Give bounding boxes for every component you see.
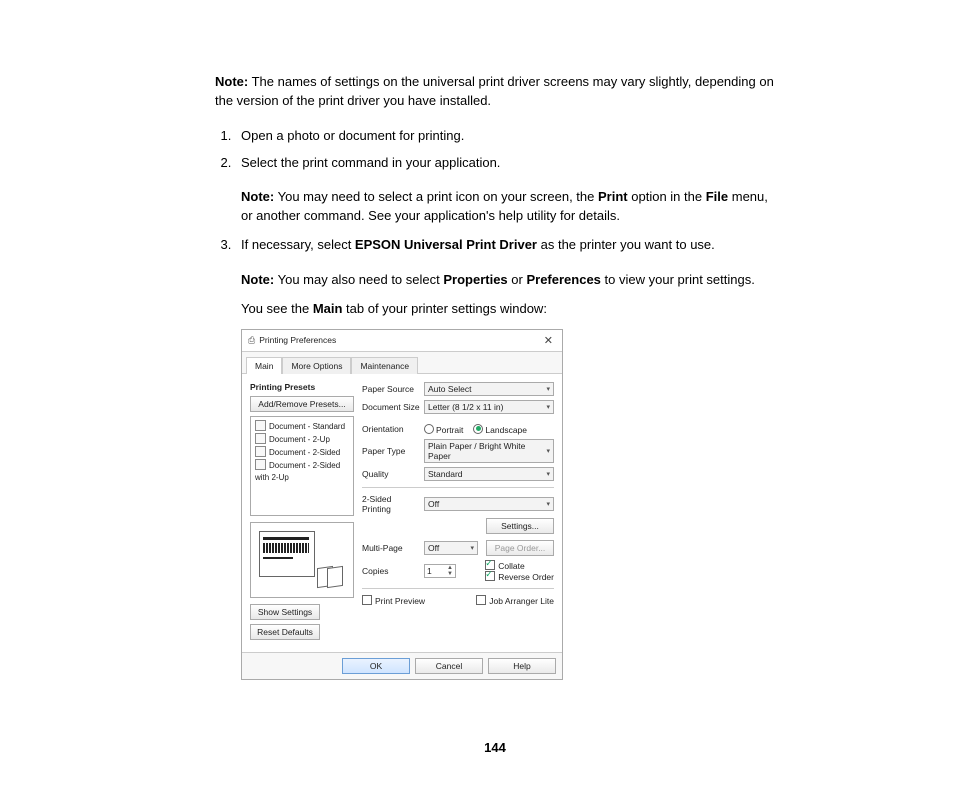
chevron-down-icon: ▾ [546,470,550,478]
step3-note: Note: You may also need to select Proper… [241,271,775,290]
reset-defaults-button[interactable]: Reset Defaults [250,624,320,640]
chevron-down-icon: ▾ [546,447,550,455]
tab-strip: Main More Options Maintenance [242,352,562,374]
presets-heading: Printing Presets [250,382,354,392]
steps-list: Open a photo or document for printing. S… [215,127,775,173]
page-order-button[interactable]: Page Order... [486,540,554,556]
step2-note: Note: You may need to select a print ico… [241,188,775,226]
dialog-title: Printing Preferences [259,335,336,345]
spinner-arrows-icon: ▲▼ [447,565,453,577]
paper-source-select[interactable]: Auto Select▾ [424,382,554,396]
show-settings-button[interactable]: Show Settings [250,604,320,620]
add-remove-presets-button[interactable]: Add/Remove Presets... [250,396,354,412]
copies-label: Copies [362,566,420,576]
preset-2sided[interactable]: Document - 2-Sided [255,446,349,459]
multipage-label: Multi-Page [362,543,420,553]
page-number: 144 [215,740,775,755]
radio-portrait[interactable]: Portrait [424,424,463,435]
step-2: Select the print command in your applica… [235,154,775,173]
quality-label: Quality [362,469,420,479]
printer-icon: ⎙ [248,335,255,346]
help-button[interactable]: Help [488,658,556,674]
reverse-order-checkbox[interactable]: Reverse Order [485,571,554,582]
two-sided-label: 2-Sided Printing [362,494,420,514]
tab-more-options[interactable]: More Options [282,357,351,374]
chevron-down-icon: ▾ [546,403,550,411]
dialog-footer: OK Cancel Help [242,652,562,679]
step-3: If necessary, select EPSON Universal Pri… [235,236,775,255]
copies-spinner[interactable]: 1 ▲▼ [424,564,456,578]
paper-type-select[interactable]: Plain Paper / Bright White Paper▾ [424,439,554,463]
steps-list-cont: If necessary, select EPSON Universal Pri… [215,236,775,255]
paper-type-label: Paper Type [362,446,420,456]
quality-select[interactable]: Standard▾ [424,467,554,481]
two-sided-settings-button[interactable]: Settings... [486,518,554,534]
print-preview-checkbox[interactable]: Print Preview [362,595,425,606]
radio-landscape[interactable]: Landscape [473,424,527,435]
printing-preferences-dialog: ⎙ Printing Preferences ✕ Main More Optio… [241,329,563,680]
chevron-down-icon: ▾ [546,500,550,508]
dialog-titlebar: ⎙ Printing Preferences ✕ [242,330,562,352]
tab-main[interactable]: Main [246,357,282,374]
ok-button[interactable]: OK [342,658,410,674]
chevron-down-icon: ▾ [546,385,550,393]
preset-2up[interactable]: Document - 2-Up [255,433,349,446]
multipage-select[interactable]: Off▾ [424,541,478,555]
orientation-label: Orientation [362,424,420,434]
close-icon[interactable]: ✕ [541,334,556,347]
preset-2sided-2up[interactable]: Document - 2-Sided with 2-Up [255,459,349,484]
layout-preview [250,522,354,598]
presets-list[interactable]: Document - Standard Document - 2-Up Docu… [250,416,354,516]
note-label: Note: [215,74,248,89]
tab-maintenance[interactable]: Maintenance [351,357,418,374]
preset-standard[interactable]: Document - Standard [255,420,349,433]
intro-note: Note: The names of settings on the unive… [215,73,775,111]
document-size-label: Document Size [362,402,420,412]
step-1: Open a photo or document for printing. [235,127,775,146]
cancel-button[interactable]: Cancel [415,658,483,674]
paper-source-label: Paper Source [362,384,420,394]
two-sided-select[interactable]: Off▾ [424,497,554,511]
collate-checkbox[interactable]: Collate [485,560,554,571]
document-size-select[interactable]: Letter (8 1/2 x 11 in)▾ [424,400,554,414]
job-arranger-checkbox[interactable]: Job Arranger Lite [476,595,554,606]
chevron-down-icon: ▾ [470,544,474,552]
see-main-text: You see the Main tab of your printer set… [241,300,775,319]
